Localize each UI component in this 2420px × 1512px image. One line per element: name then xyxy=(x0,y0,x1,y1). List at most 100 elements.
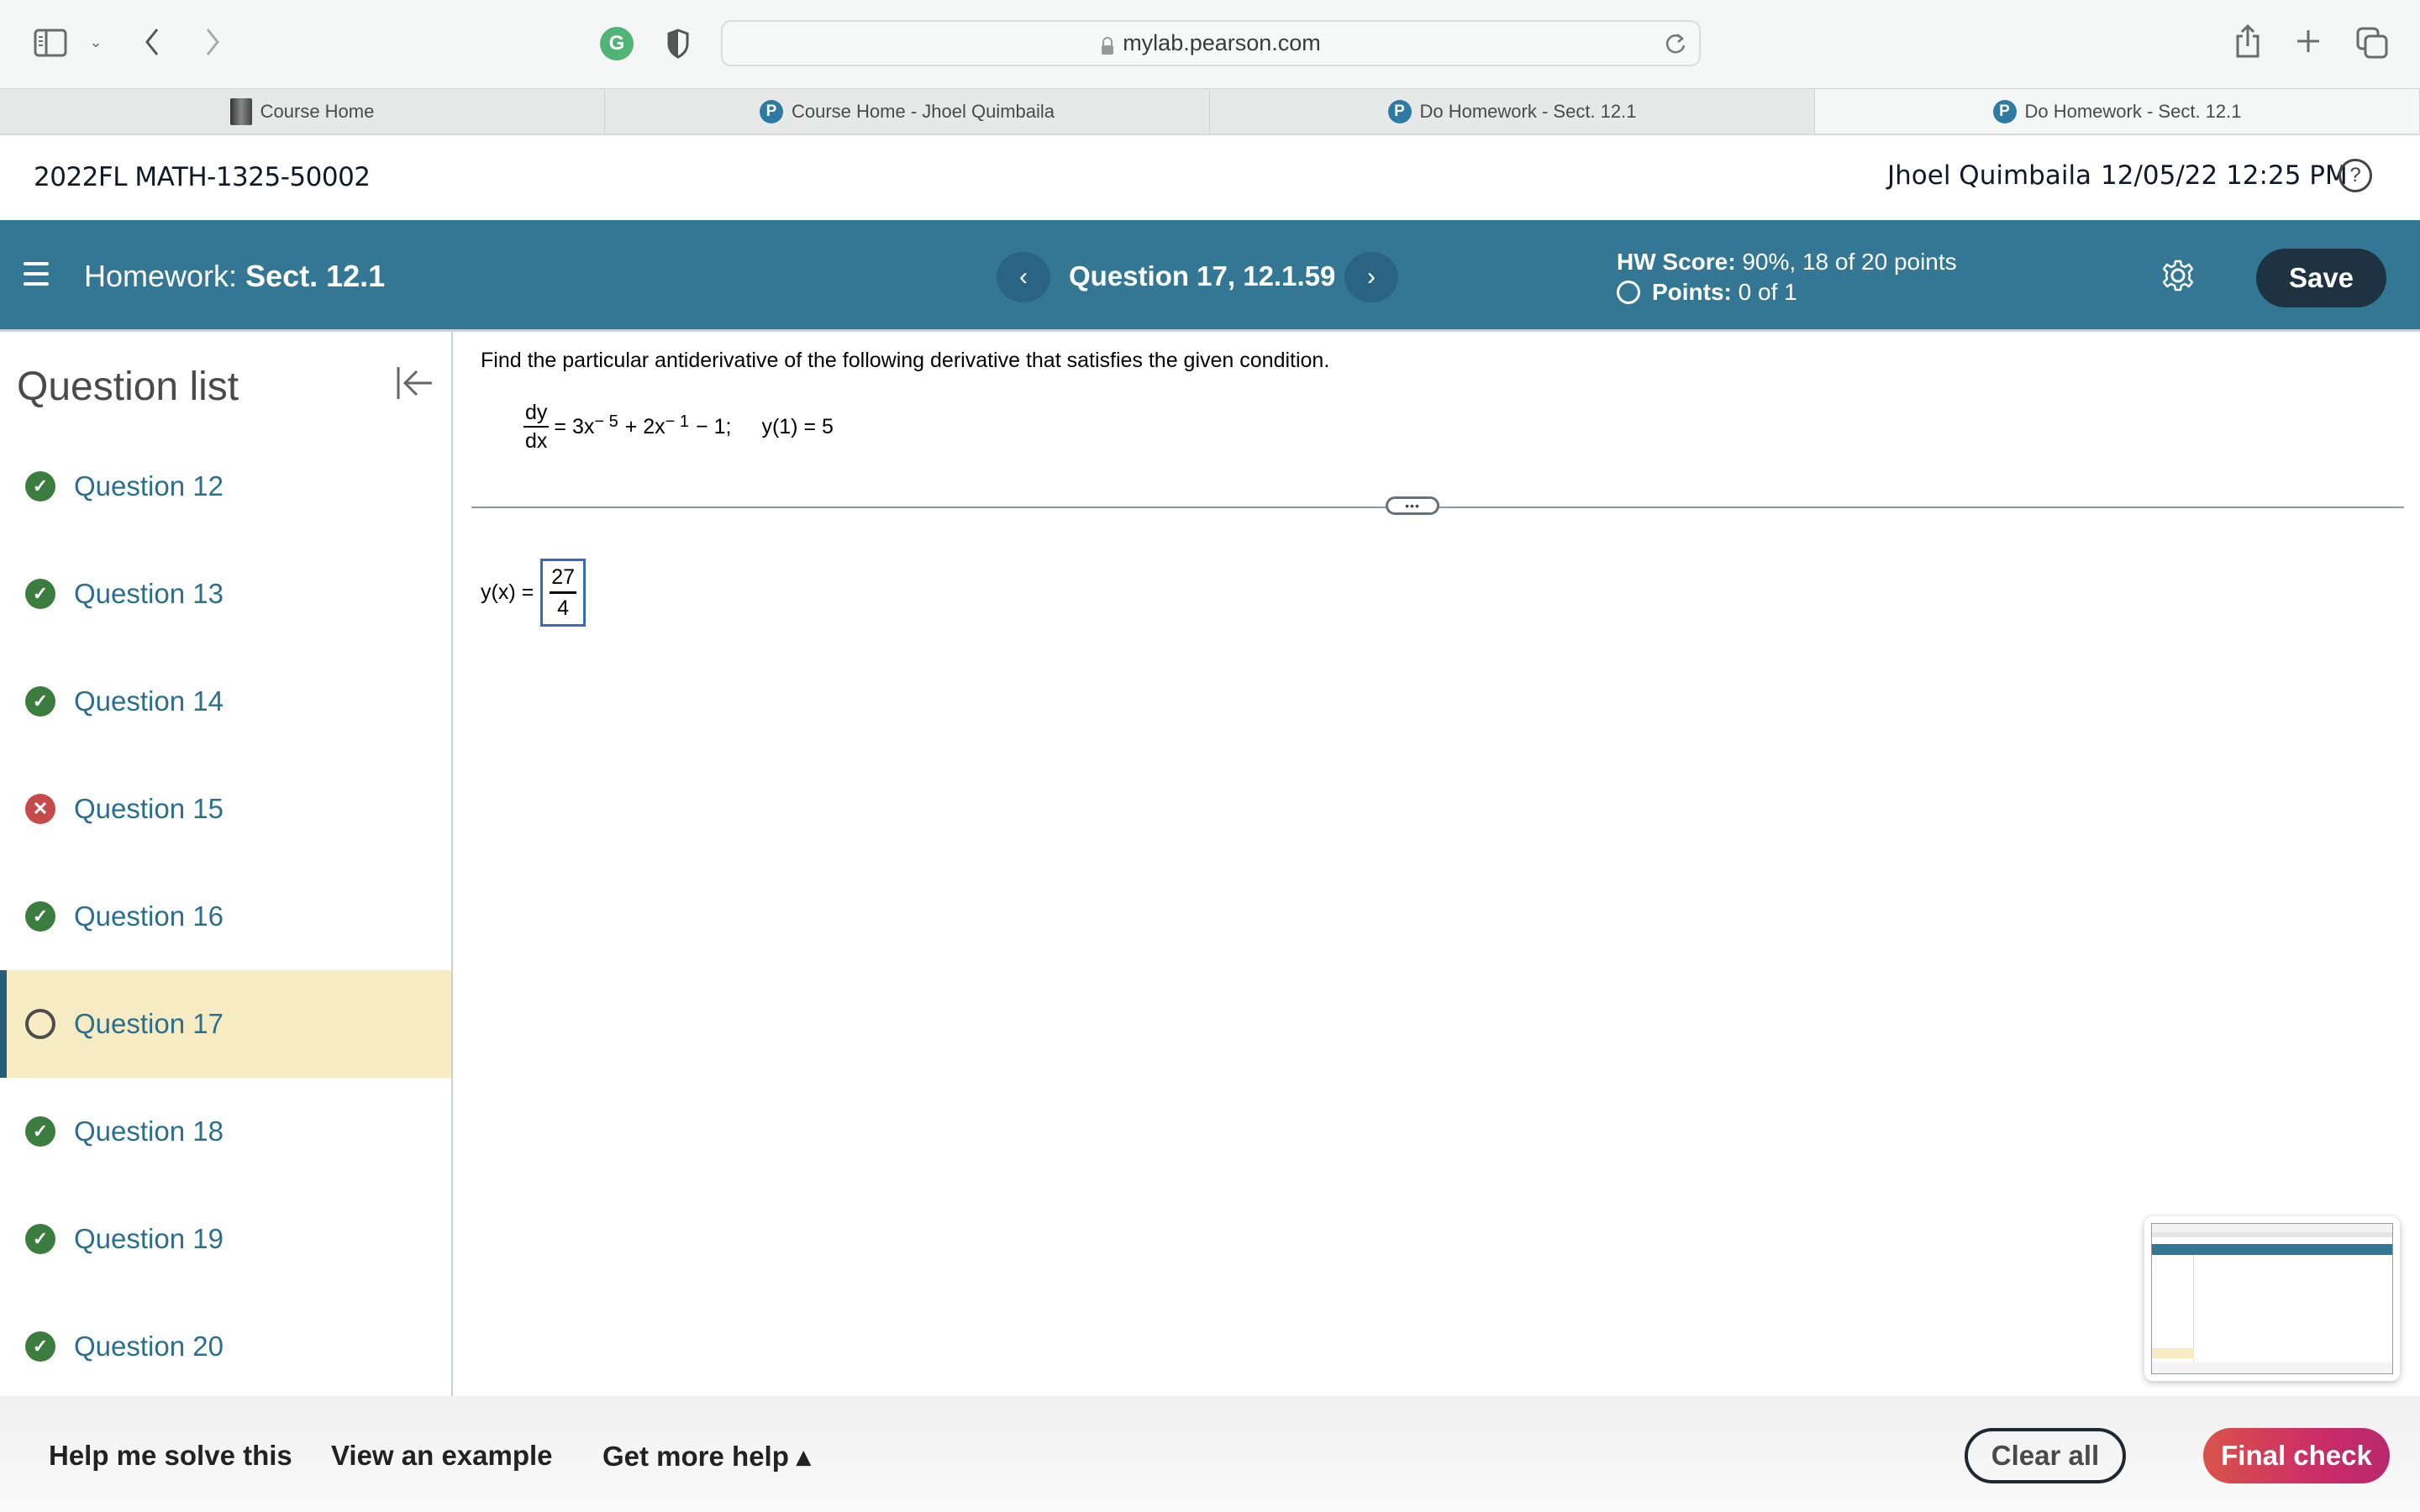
gear-icon[interactable] xyxy=(2161,259,2195,292)
course-title: 2022FL MATH-1325-50002 xyxy=(34,162,371,192)
pearson-icon: P xyxy=(759,99,783,123)
homework-section: Sect. 12.1 xyxy=(245,259,386,293)
equation-term: + 2x xyxy=(624,414,666,438)
privacy-shield-icon[interactable] xyxy=(666,27,691,60)
exponent: − 1 xyxy=(665,412,690,431)
check-circle-icon: ✓ xyxy=(25,579,55,609)
back-icon[interactable] xyxy=(139,25,165,59)
answer-numerator: 27 xyxy=(550,564,577,594)
fraction-numerator: dy xyxy=(523,401,550,428)
check-circle-icon: ✓ xyxy=(25,901,55,932)
homework-label: Homework: xyxy=(84,259,238,293)
thumbnail-hwbar xyxy=(2152,1244,2392,1255)
points-value: 0 of 1 xyxy=(1738,279,1797,305)
browser-tab[interactable]: P Do Homework - Sect. 12.1 xyxy=(1210,89,1815,134)
points-status-icon xyxy=(1617,281,1640,304)
clear-all-button[interactable]: Clear all xyxy=(1965,1428,2126,1483)
sidebar-item-label: Question 14 xyxy=(74,685,224,717)
tab-label: Do Homework - Sect. 12.1 xyxy=(2024,100,2242,122)
screenshot-thumbnail[interactable] xyxy=(2144,1216,2400,1381)
get-more-help-button[interactable]: Get more help ▴ xyxy=(602,1440,811,1473)
view-example-button[interactable]: View an example xyxy=(331,1440,553,1472)
sidebar-item-question[interactable]: ✓ Question 14 xyxy=(0,648,451,755)
save-button[interactable]: Save xyxy=(2256,249,2386,307)
thumbnail-preview xyxy=(2151,1223,2393,1374)
thumbnail-tabs xyxy=(2152,1232,2392,1237)
x-circle-icon: ✕ xyxy=(25,794,55,824)
url-text: mylab.pearson.com xyxy=(1123,30,1321,55)
new-tab-icon[interactable] xyxy=(2296,29,2321,54)
sidebar-item-question[interactable]: ✓ Question 19 xyxy=(0,1185,451,1293)
check-circle-icon: ✓ xyxy=(25,686,55,717)
tab-overview-icon[interactable] xyxy=(2356,27,2388,59)
hw-score-label: HW Score: xyxy=(1617,249,1736,275)
sidebar-item-label: Question 13 xyxy=(74,578,224,609)
question-panel: Find the particular antiderivative of th… xyxy=(455,332,2420,1396)
tab-label: Course Home xyxy=(260,100,375,122)
check-circle-icon: ✓ xyxy=(25,1331,55,1362)
sidebar-item-question[interactable]: ✓ Question 12 xyxy=(0,433,451,540)
derivative-fraction: dy dx xyxy=(523,401,550,453)
answer-input[interactable]: 27 4 xyxy=(540,559,587,627)
homework-title: Homework: Sect. 12.1 xyxy=(84,259,385,294)
previous-question-button[interactable]: ‹ xyxy=(997,252,1050,302)
browser-tab[interactable]: P Course Home - Jhoel Quimbaila xyxy=(605,89,1210,134)
forward-icon[interactable] xyxy=(200,25,225,59)
final-check-button[interactable]: Final check xyxy=(2203,1428,2390,1483)
sidebar-toggle-icon[interactable] xyxy=(34,29,67,57)
divider-handle[interactable]: ••• xyxy=(1386,496,1439,515)
sidebar-item-question[interactable]: ✓ Question 18 xyxy=(0,1078,451,1185)
sidebar-item-label: Question 18 xyxy=(74,1116,224,1147)
question-list-sidebar: Question list ✓ Question 12 ✓ Question 13 ✓ Q… xyxy=(0,332,453,1396)
hw-score: HW Score: 90%, 18 of 20 points xyxy=(1617,249,1957,276)
points: Points: 0 of 1 xyxy=(1617,279,1797,306)
question-list-title: Question list xyxy=(17,365,239,409)
initial-condition: y(1) = 5 xyxy=(761,414,834,438)
empty-circle-icon xyxy=(25,1009,55,1039)
question-prompt: Find the particular antiderivative of th… xyxy=(481,349,1330,372)
browser-toolbar: ⌄ G mylab.pearson.com xyxy=(0,0,2420,88)
menu-icon[interactable] xyxy=(24,262,49,286)
sidebar-item-label: Question 16 xyxy=(74,900,224,932)
equation: dy dx = 3x − 5 + 2x − 1 − 1; y(1) = 5 xyxy=(523,401,834,453)
reload-icon[interactable] xyxy=(1665,32,1687,60)
collapse-sidebar-icon[interactable] xyxy=(395,364,434,402)
fraction-denominator: dx xyxy=(525,429,548,453)
homework-bar: Homework: Sect. 12.1 ‹ Question 17, 12.1… xyxy=(0,220,2420,332)
tab-label: Do Homework - Sect. 12.1 xyxy=(1419,100,1637,122)
answer-denominator: 4 xyxy=(557,596,570,620)
next-question-button[interactable]: › xyxy=(1344,252,1398,302)
sidebar-item-question[interactable]: Question 17 xyxy=(0,970,451,1078)
equation-term: − 1; xyxy=(696,414,732,438)
help-icon[interactable]: ? xyxy=(2338,159,2372,192)
lock-icon xyxy=(1101,36,1114,55)
points-label: Points: xyxy=(1652,279,1732,305)
check-circle-icon: ✓ xyxy=(25,471,55,501)
check-circle-icon: ✓ xyxy=(25,1224,55,1254)
browser-tab[interactable]: Course Home xyxy=(0,89,605,134)
sidebar-item-question[interactable]: ✓ Question 20 xyxy=(0,1293,451,1400)
pearson-icon: P xyxy=(1992,99,2017,123)
hw-score-value: 90%, 18 of 20 points xyxy=(1742,249,1957,275)
sidebar-item-question[interactable]: ✓ Question 13 xyxy=(0,540,451,648)
equation-term: = 3x xyxy=(554,414,595,438)
bottom-action-bar: Help me solve this View an example Get m… xyxy=(0,1396,2420,1512)
book-icon xyxy=(229,97,252,125)
exponent: − 5 xyxy=(594,412,618,431)
address-bar[interactable]: mylab.pearson.com xyxy=(721,20,1701,66)
grammarly-icon[interactable]: G xyxy=(600,27,634,60)
chevron-down-icon[interactable]: ⌄ xyxy=(87,34,104,50)
share-icon[interactable] xyxy=(2233,24,2262,59)
course-header: 2022FL MATH-1325-50002 Jhoel Quimbaila 1… xyxy=(0,135,2420,220)
browser-tab-active[interactable]: P Do Homework - Sect. 12.1 xyxy=(1815,89,2420,134)
tab-label: Course Home - Jhoel Quimbaila xyxy=(791,100,1055,122)
answer-row: y(x) = 27 4 xyxy=(481,559,587,627)
help-me-solve-button[interactable]: Help me solve this xyxy=(49,1440,292,1472)
sidebar-item-label: Question 17 xyxy=(74,1008,224,1039)
thumbnail-bottom xyxy=(2152,1362,2392,1373)
answer-label: y(x) = xyxy=(481,580,534,604)
sidebar-item-question[interactable]: ✕ Question 15 xyxy=(0,755,451,863)
check-circle-icon: ✓ xyxy=(25,1116,55,1147)
sidebar-item-label: Question 19 xyxy=(74,1223,224,1254)
sidebar-item-question[interactable]: ✓ Question 16 xyxy=(0,863,451,970)
